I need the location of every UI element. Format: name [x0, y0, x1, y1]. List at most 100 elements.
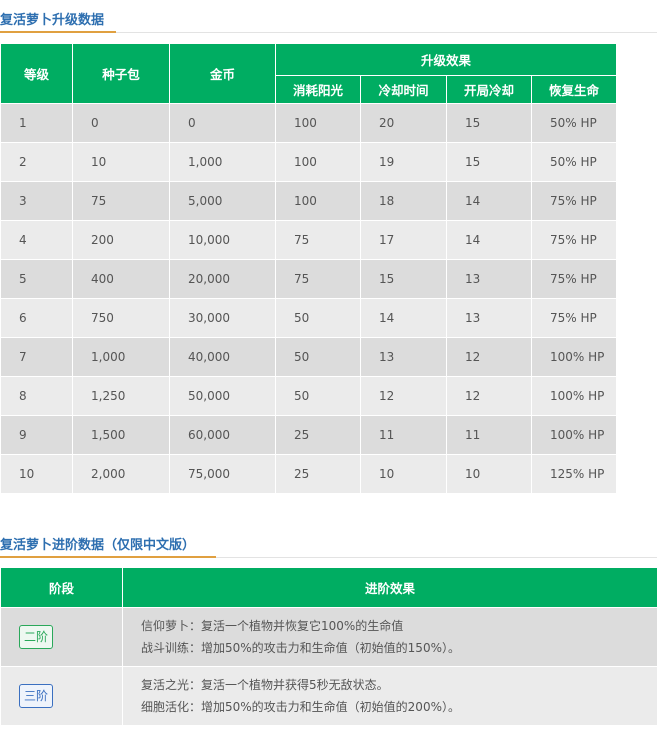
cell-seed: 2,000	[72, 454, 170, 494]
header-sun-cost: 消耗阳光	[275, 75, 361, 104]
cell-start-cd: 15	[446, 142, 532, 182]
stage-badge: 二阶	[19, 625, 54, 649]
header-cooldown: 冷却时间	[360, 75, 447, 104]
upgrade-section-title: 复活萝卜升级数据	[0, 13, 105, 28]
cell-heal: 100% HP	[530, 415, 618, 455]
cell-level: 3	[0, 181, 73, 221]
cell-level: 8	[0, 376, 73, 416]
upgrade-title-underline	[0, 31, 657, 33]
cell-heal: 100% HP	[530, 376, 618, 416]
cell-gold: 20,000	[169, 259, 276, 299]
cell-level: 4	[0, 220, 73, 260]
cell-sun: 25	[275, 454, 361, 494]
effect-line: 复活之光：复活一个植物并获得5秒无敌状态。	[141, 678, 389, 692]
header-start-cooldown: 开局冷却	[446, 75, 532, 104]
cell-gold: 60,000	[169, 415, 276, 455]
cell-heal: 75% HP	[530, 298, 618, 338]
cell-heal: 125% HP	[530, 454, 618, 494]
upgrade-title-accent	[0, 31, 116, 33]
cell-cooldown: 19	[360, 142, 447, 182]
cell-start-cd: 10	[446, 454, 532, 494]
cell-stage: 三阶	[0, 666, 123, 726]
cell-sun: 100	[275, 103, 361, 143]
cell-start-cd: 15	[446, 103, 532, 143]
cell-advance-effect: 信仰萝卜：复活一个植物并恢复它100%的生命值战斗训练：增加50%的攻击力和生命…	[122, 607, 657, 667]
cell-heal: 50% HP	[530, 142, 618, 182]
header-advance-effect: 进阶效果	[122, 567, 657, 608]
table-row: 6 750 30,000 50 14 13 75% HP	[0, 298, 657, 338]
cell-seed: 1,250	[72, 376, 170, 416]
cell-sun: 100	[275, 142, 361, 182]
effect-line: 信仰萝卜：复活一个植物并恢复它100%的生命值	[141, 619, 404, 633]
cell-level: 10	[0, 454, 73, 494]
table-row: 2 10 1,000 100 19 15 50% HP	[0, 142, 657, 182]
cell-level: 7	[0, 337, 73, 377]
table-row: 8 1,250 50,000 50 12 12 100% HP	[0, 376, 657, 416]
cell-heal: 75% HP	[530, 220, 618, 260]
cell-start-cd: 13	[446, 259, 532, 299]
header-gold: 金币	[169, 43, 276, 104]
cell-seed: 400	[72, 259, 170, 299]
cell-cooldown: 17	[360, 220, 447, 260]
table-row: 7 1,000 40,000 50 13 12 100% HP	[0, 337, 657, 377]
cell-cooldown: 14	[360, 298, 447, 338]
effect-line: 战斗训练：增加50%的攻击力和生命值（初始值的150%）。	[141, 641, 460, 655]
cell-sun: 50	[275, 337, 361, 377]
cell-gold: 50,000	[169, 376, 276, 416]
table-row: 二阶 信仰萝卜：复活一个植物并恢复它100%的生命值战斗训练：增加50%的攻击力和…	[0, 607, 657, 667]
cell-cooldown: 15	[360, 259, 447, 299]
cell-start-cd: 13	[446, 298, 532, 338]
header-seed: 种子包	[72, 43, 170, 104]
cell-start-cd: 12	[446, 376, 532, 416]
advance-title-underline	[0, 556, 657, 558]
cell-seed: 750	[72, 298, 170, 338]
header-level: 等级	[0, 43, 73, 104]
upgrade-table: 等级 种子包 金币 升级效果 消耗阳光 冷却时间 开局冷却 恢复生命 1 0 0 10…	[0, 43, 657, 494]
cell-heal: 75% HP	[530, 259, 618, 299]
cell-sun: 75	[275, 259, 361, 299]
cell-advance-effect: 复活之光：复活一个植物并获得5秒无敌状态。细胞活化：增加50%的攻击力和生命值（…	[122, 666, 657, 726]
cell-level: 1	[0, 103, 73, 143]
cell-gold: 10,000	[169, 220, 276, 260]
cell-sun: 75	[275, 220, 361, 260]
upgrade-table-body: 1 0 0 100 20 15 50% HP 2 10 1,000 100 19 15 50% HP 3 75…	[0, 103, 657, 494]
cell-cooldown: 10	[360, 454, 447, 494]
table-row: 3 75 5,000 100 18 14 75% HP	[0, 181, 657, 221]
cell-gold: 0	[169, 103, 276, 143]
cell-cooldown: 20	[360, 103, 447, 143]
cell-cooldown: 13	[360, 337, 447, 377]
cell-level: 5	[0, 259, 73, 299]
advance-title-accent	[0, 556, 216, 558]
cell-level: 9	[0, 415, 73, 455]
cell-heal: 50% HP	[530, 103, 618, 143]
header-upgrade-effect: 升级效果	[274, 43, 618, 76]
header-heal: 恢复生命	[530, 75, 618, 104]
cell-seed: 1,500	[72, 415, 170, 455]
cell-seed: 200	[72, 220, 170, 260]
cell-gold: 75,000	[169, 454, 276, 494]
table-row: 1 0 0 100 20 15 50% HP	[0, 103, 657, 143]
cell-sun: 50	[275, 298, 361, 338]
cell-sun: 25	[275, 415, 361, 455]
cell-level: 6	[0, 298, 73, 338]
cell-gold: 40,000	[169, 337, 276, 377]
advance-section-title: 复活萝卜进阶数据（仅限中文版）	[0, 538, 196, 553]
cell-stage: 二阶	[0, 607, 123, 667]
table-row: 4 200 10,000 75 17 14 75% HP	[0, 220, 657, 260]
cell-cooldown: 11	[360, 415, 447, 455]
cell-seed: 0	[72, 103, 170, 143]
advance-table: 阶段 进阶效果 二阶 信仰萝卜：复活一个植物并恢复它100%的生命值 战斗训练：增加…	[0, 567, 657, 726]
cell-gold: 5,000	[169, 181, 276, 221]
table-row: 9 1,500 60,000 25 11 11 100% HP	[0, 415, 657, 455]
cell-start-cd: 11	[446, 415, 532, 455]
cell-level: 2	[0, 142, 73, 182]
cell-heal: 100% HP	[530, 337, 618, 377]
cell-gold: 30,000	[169, 298, 276, 338]
cell-cooldown: 18	[360, 181, 447, 221]
advance-table-body: 二阶 信仰萝卜：复活一个植物并恢复它100%的生命值战斗训练：增加50%的攻击力和…	[0, 607, 657, 726]
cell-start-cd: 12	[446, 337, 532, 377]
effect-line: 细胞活化：增加50%的攻击力和生命值（初始值的200%）。	[141, 700, 460, 714]
cell-start-cd: 14	[446, 220, 532, 260]
table-row: 5 400 20,000 75 15 13 75% HP	[0, 259, 657, 299]
cell-seed: 1,000	[72, 337, 170, 377]
